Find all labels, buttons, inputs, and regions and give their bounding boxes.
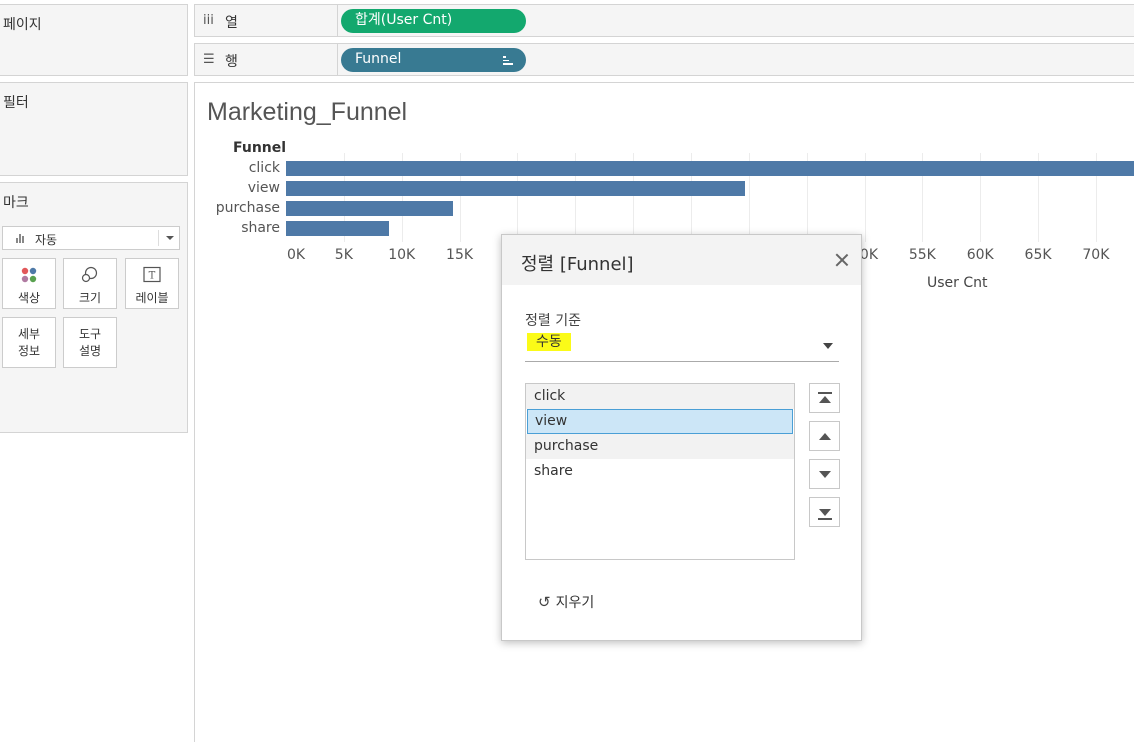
sort-descending-icon [503,56,513,65]
pages-pane[interactable]: 페이지 [0,4,188,76]
size-card[interactable]: 크기 [63,258,117,309]
columns-icon: iii [203,13,214,28]
color-card[interactable]: 색상 [2,258,56,309]
rows-label: 행 [225,54,238,70]
x-tick-label: 15K [446,247,474,263]
move-down-button[interactable] [809,459,840,489]
sort-list-item[interactable]: share [526,459,794,484]
svg-text:T: T [149,271,156,282]
bar-share[interactable] [286,221,389,236]
sort-list-item[interactable]: purchase [526,434,794,459]
x-tick-label: 0K [286,247,306,263]
rows-pill-label: Funnel [355,51,402,67]
tooltip-card[interactable]: 도구 설명 [63,317,117,368]
pages-title: 페이지 [3,17,42,33]
x-tick-label: 5K [334,247,353,263]
marks-pane: 마크 자동 색상 크기 T 레이블 세부 정보 도구 설명 [0,182,188,433]
x-tick-label: 10K [388,247,416,263]
move-to-bottom-icon [819,509,831,516]
marks-title: 마크 [3,195,29,211]
move-down-icon [819,471,831,478]
columns-pill[interactable]: 합계(User Cnt) [341,9,526,33]
bar-click[interactable] [286,161,1134,176]
columns-shelf[interactable]: iii 열 합계(User Cnt) [194,4,1134,37]
sort-by-select[interactable]: 수동 [525,330,839,362]
bar-view[interactable] [286,181,746,196]
color-dots-icon [21,267,37,283]
x-axis-title: User Cnt [927,275,988,291]
bar-purchase[interactable] [286,201,453,216]
sort-by-label: 정렬 기준 [525,313,581,329]
label-card-label: 레이블 [135,291,169,305]
sort-dialog: 정렬 [Funnel] 정렬 기준 수동 click view purchase… [501,234,862,641]
x-tick-label: 55K [908,247,936,263]
sort-by-value: 수동 [527,333,571,351]
size-card-label: 크기 [78,291,102,305]
move-up-button[interactable] [809,421,840,451]
detail-card[interactable]: 세부 정보 [2,317,56,368]
category-label: view [247,180,280,196]
move-to-bottom-button[interactable] [809,497,840,527]
x-tick-label: 60K [966,247,994,263]
rows-icon: ☰ [203,52,215,67]
rows-pill[interactable]: Funnel [341,48,526,72]
move-up-icon [819,433,831,440]
dialog-title: 정렬 [Funnel] [521,254,634,275]
sort-list-item[interactable]: click [526,384,794,409]
clear-label: 지우기 [555,595,595,611]
row-header: Funnel [233,140,287,156]
move-to-top-button[interactable] [809,383,840,413]
undo-icon: ↺ [538,593,551,611]
clear-button[interactable]: ↺ 지우기 [538,592,594,612]
chevron-down-icon [823,343,833,349]
x-tick-label: 70K [1082,247,1110,263]
rows-shelf[interactable]: ☰ 행 Funnel [194,43,1134,76]
label-card[interactable]: T 레이블 [125,258,179,309]
viz-title: Marketing_Funnel [207,98,408,126]
tooltip-card-label: 도구 설명 [78,327,102,358]
bar-chart-icon [16,233,26,243]
color-card-label: 색상 [17,291,41,305]
dialog-header: 정렬 [Funnel] [502,235,861,285]
filters-pane[interactable]: 필터 [0,82,188,176]
chevron-down-icon [166,236,174,240]
close-icon[interactable] [835,253,849,267]
mark-type-dropdown[interactable]: 자동 [2,226,180,250]
filters-title: 필터 [3,95,29,111]
category-label: share [241,220,280,236]
category-label: click [248,160,280,176]
detail-card-label: 세부 정보 [17,327,41,358]
x-tick-label: 65K [1024,247,1052,263]
category-label: purchase [215,200,280,216]
size-icon [81,266,98,283]
columns-label: 열 [225,15,238,31]
mark-type-label: 자동 [35,233,58,247]
move-to-top-icon [819,396,831,403]
text-label-icon: T [143,266,161,283]
sort-order-list[interactable]: click view purchase share [525,383,795,560]
columns-pill-label: 합계(User Cnt) [355,12,453,28]
sort-list-item-selected[interactable]: view [527,409,793,434]
